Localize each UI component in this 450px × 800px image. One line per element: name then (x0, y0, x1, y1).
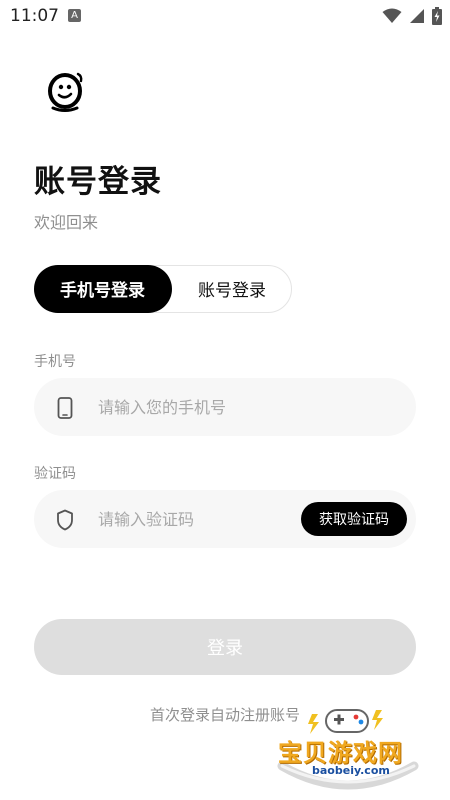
shield-icon (57, 509, 73, 531)
login-screen: 11:07 A 账号登录 欢迎回来 账号登录 手机号登录 手机号 请输入您的手机… (0, 0, 450, 800)
login-button[interactable]: 登录 (34, 619, 416, 675)
notification-a-icon: A (68, 9, 81, 22)
code-label: 验证码 (34, 466, 76, 482)
phone-label: 手机号 (34, 354, 76, 370)
watermark-url: baobeiy.com (312, 764, 390, 777)
page-subtitle: 欢迎回来 (34, 213, 99, 232)
phone-field-container (34, 378, 416, 436)
signal-icon (410, 9, 424, 23)
login-method-tabs: 账号登录 手机号登录 (33, 264, 293, 313)
status-time: 11:07 (10, 6, 59, 26)
status-icons (382, 7, 442, 25)
phone-icon (57, 397, 73, 419)
battery-icon (432, 7, 442, 25)
watermark-logo: 宝贝游戏网 baobeiy.com (268, 700, 428, 796)
watermark-title: 宝贝游戏网 (278, 739, 403, 767)
get-code-button[interactable]: 获取验证码 (301, 502, 407, 536)
app-logo-icon (48, 72, 83, 112)
phone-input[interactable] (98, 378, 398, 436)
wifi-icon (382, 8, 402, 23)
tab-account-login[interactable]: 账号登录 (171, 265, 293, 313)
code-input[interactable] (98, 490, 288, 548)
code-field-container: 获取验证码 (34, 490, 416, 548)
tab-phone-login[interactable]: 手机号登录 (33, 264, 172, 313)
page-title: 账号登录 (34, 164, 162, 200)
status-bar: 11:07 A (0, 0, 450, 34)
